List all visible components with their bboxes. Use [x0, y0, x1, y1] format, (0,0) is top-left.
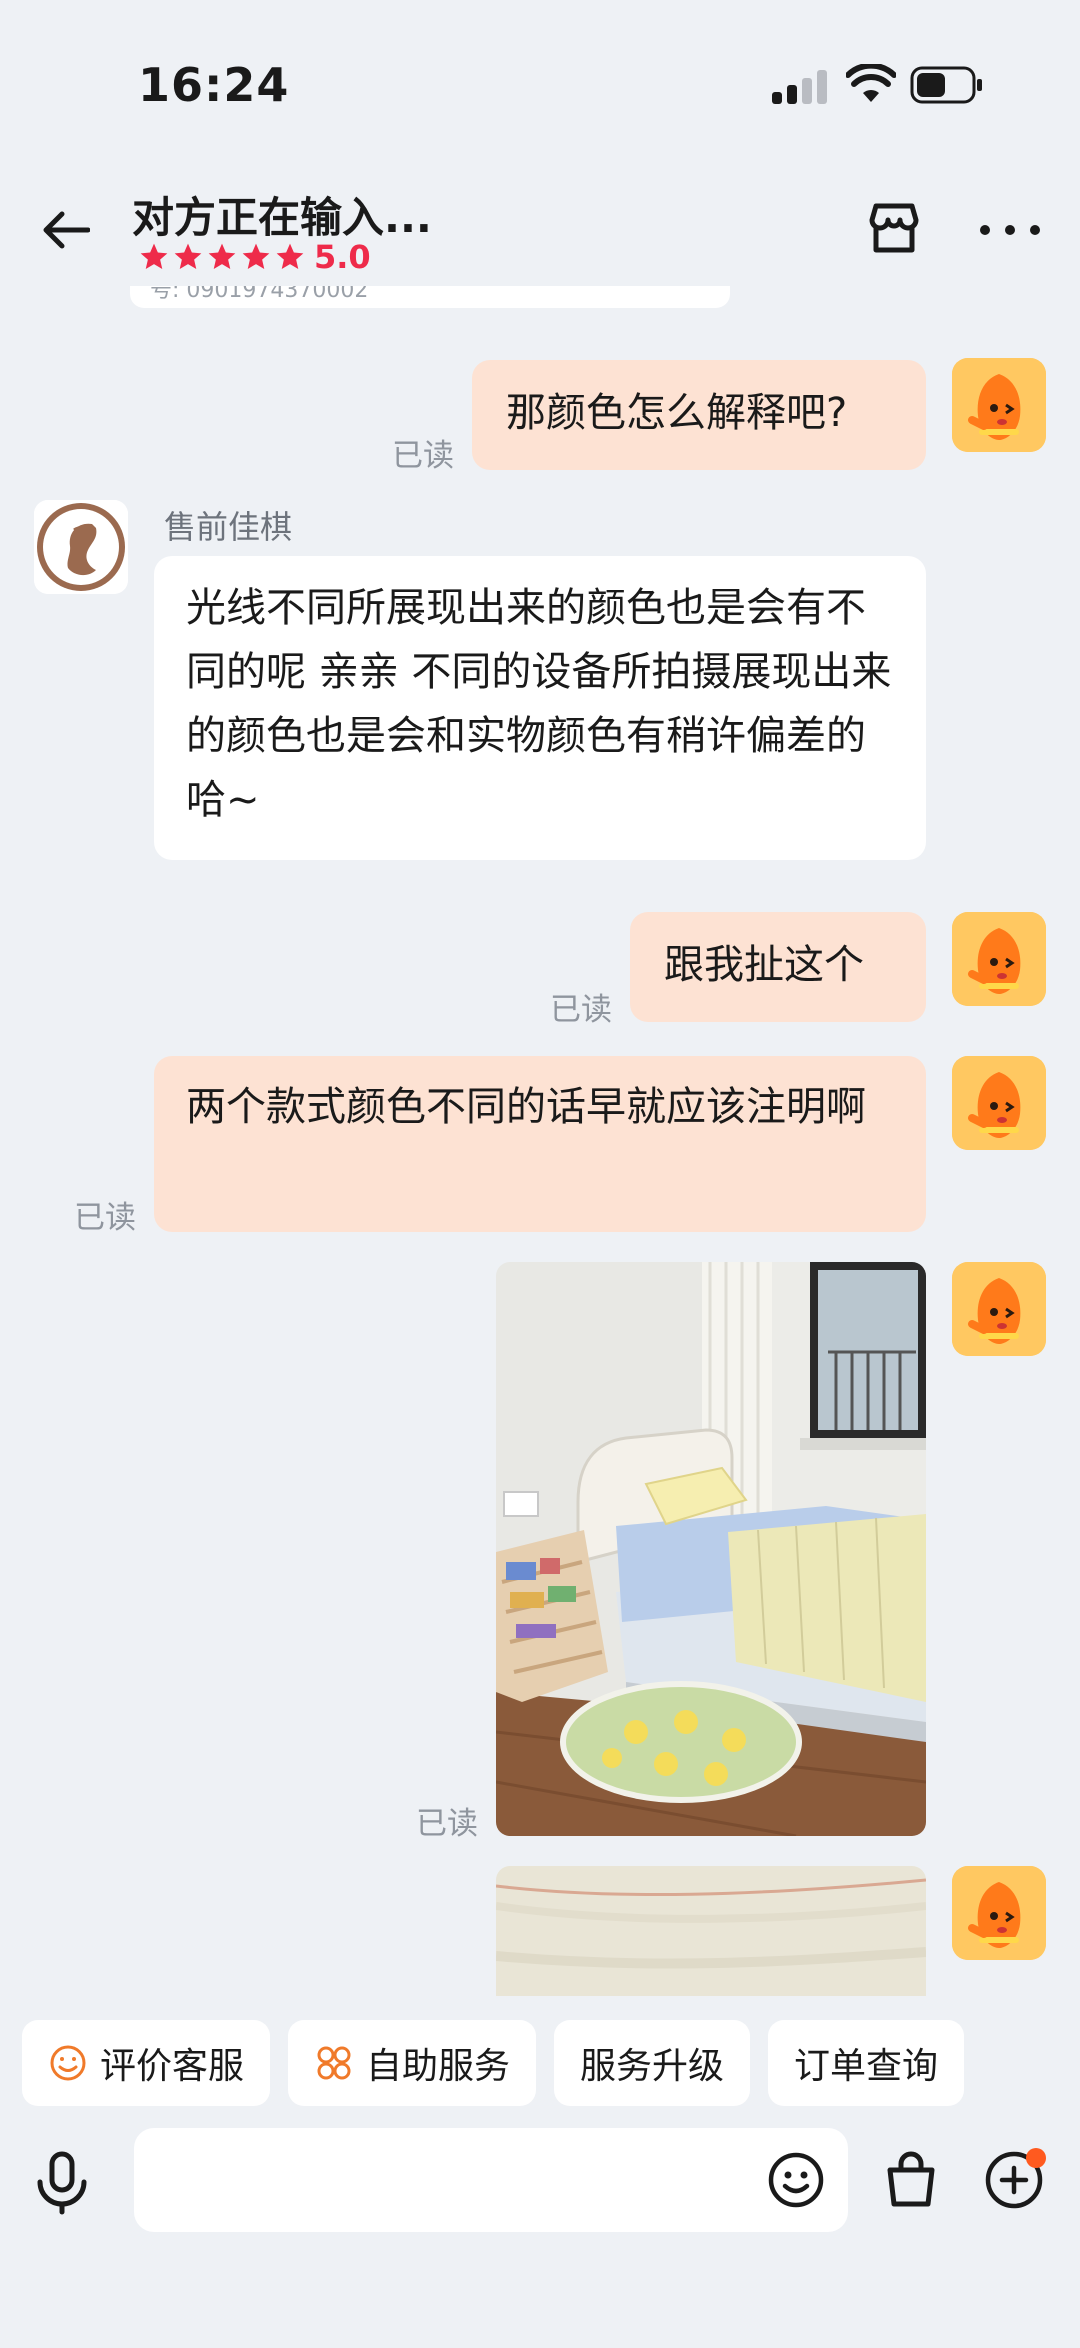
seller-logo-icon: [34, 500, 128, 594]
back-arrow-icon: [43, 211, 90, 249]
chip-label: 服务升级: [580, 2046, 725, 2087]
chat-title: 对方正在输入...: [132, 193, 432, 242]
message-text: 两个款式颜色不同的话早就应该注明啊: [186, 1084, 866, 1130]
dot-icon: [1005, 225, 1015, 235]
read-receipt: 已读: [416, 1806, 478, 1842]
my-avatar[interactable]: [952, 1056, 1046, 1150]
quick-reply-order-query[interactable]: 订单查询: [768, 2020, 965, 2106]
read-receipt: 已读: [392, 438, 454, 474]
mascot-avatar-icon: [952, 1866, 1046, 1960]
mascot-avatar-icon: [952, 1262, 1046, 1356]
read-receipt: 已读: [74, 1200, 136, 1236]
status-bar: 16:24: [0, 0, 1080, 170]
rating-value: 5.0: [314, 238, 371, 276]
voice-input-button[interactable]: [30, 2150, 94, 2216]
shopping-bag-button[interactable]: [880, 2148, 942, 2210]
star-icon: [174, 243, 202, 269]
back-button[interactable]: [36, 200, 96, 260]
seller-avatar[interactable]: [34, 500, 128, 594]
star-icon: [276, 243, 304, 269]
chip-label: 订单查询: [794, 2046, 939, 2087]
my-avatar[interactable]: [952, 358, 1046, 452]
mascot-avatar-icon: [952, 1056, 1046, 1150]
wifi-icon: [846, 64, 896, 102]
quick-reply-rate-service[interactable]: 评价客服: [22, 2020, 271, 2106]
my-avatar[interactable]: [952, 1262, 1046, 1356]
chip-label: 评价客服: [100, 2046, 245, 2087]
mascot-avatar-icon: [952, 912, 1046, 1006]
fabric-photo-message[interactable]: [496, 1866, 926, 1996]
emoji-button[interactable]: [766, 2150, 826, 2210]
shop-button[interactable]: [862, 196, 926, 260]
shopping-bag-icon: [887, 2151, 935, 2207]
quick-reply-bar: 评价客服 自助服务 服务升级 订单查询: [22, 2020, 965, 2106]
message-text: 那颜色怎么解释吧?: [506, 390, 848, 436]
outgoing-message-bubble[interactable]: 那颜色怎么解释吧?: [472, 360, 926, 470]
bedroom-photo-message[interactable]: [496, 1262, 926, 1836]
chat-header: 对方正在输入... 5.0: [0, 170, 1080, 290]
star-icon: [208, 243, 236, 269]
incoming-message-bubble[interactable]: 光线不同所展现出来的颜色也是会有不同的呢 亲亲 不同的设备所拍摄展现出来的颜色也…: [154, 556, 926, 860]
store-icon: [869, 203, 919, 253]
emoji-icon: [768, 2152, 824, 2208]
outgoing-message-bubble[interactable]: 两个款式颜色不同的话早就应该注明啊: [154, 1056, 926, 1232]
dot-icon: [980, 225, 990, 235]
previous-message-text: 号: 0901974370002: [150, 286, 369, 303]
message-input[interactable]: [134, 2128, 848, 2232]
outgoing-message-bubble[interactable]: 跟我扯这个: [630, 912, 926, 1022]
my-avatar[interactable]: [952, 912, 1046, 1006]
read-receipt: 已读: [550, 992, 612, 1028]
star-icon: [242, 243, 270, 269]
chip-label: 自助服务: [366, 2046, 511, 2087]
quick-reply-self-service[interactable]: 自助服务: [288, 2020, 537, 2106]
cellular-signal-icon: [772, 70, 827, 104]
previous-message-card: 号: 0901974370002: [130, 286, 730, 308]
mascot-avatar-icon: [952, 358, 1046, 452]
dot-icon: [1030, 225, 1040, 235]
message-text: 光线不同所展现出来的颜色也是会有不同的呢 亲亲 不同的设备所拍摄展现出来的颜色也…: [186, 585, 892, 823]
smile-icon: [50, 2045, 86, 2081]
fabric-photo: [496, 1866, 926, 1996]
star-icon: [140, 243, 168, 269]
more-options-button[interactable]: [980, 210, 1040, 250]
microphone-icon: [37, 2151, 87, 2215]
grid-icon: [317, 2046, 351, 2080]
message-text: 跟我扯这个: [664, 942, 864, 988]
quick-reply-service-upgrade[interactable]: 服务升级: [554, 2020, 751, 2106]
more-actions-button[interactable]: [982, 2146, 1048, 2212]
shop-rating: 5.0: [138, 238, 371, 276]
plus-icon: [985, 2148, 1046, 2209]
sender-name: 售前佳棋: [164, 508, 293, 546]
bedroom-photo: [496, 1262, 926, 1836]
message-input-row: [0, 2128, 1080, 2238]
my-avatar[interactable]: [952, 1866, 1046, 1960]
battery-icon: [910, 66, 982, 104]
status-time: 16:24: [138, 58, 290, 112]
